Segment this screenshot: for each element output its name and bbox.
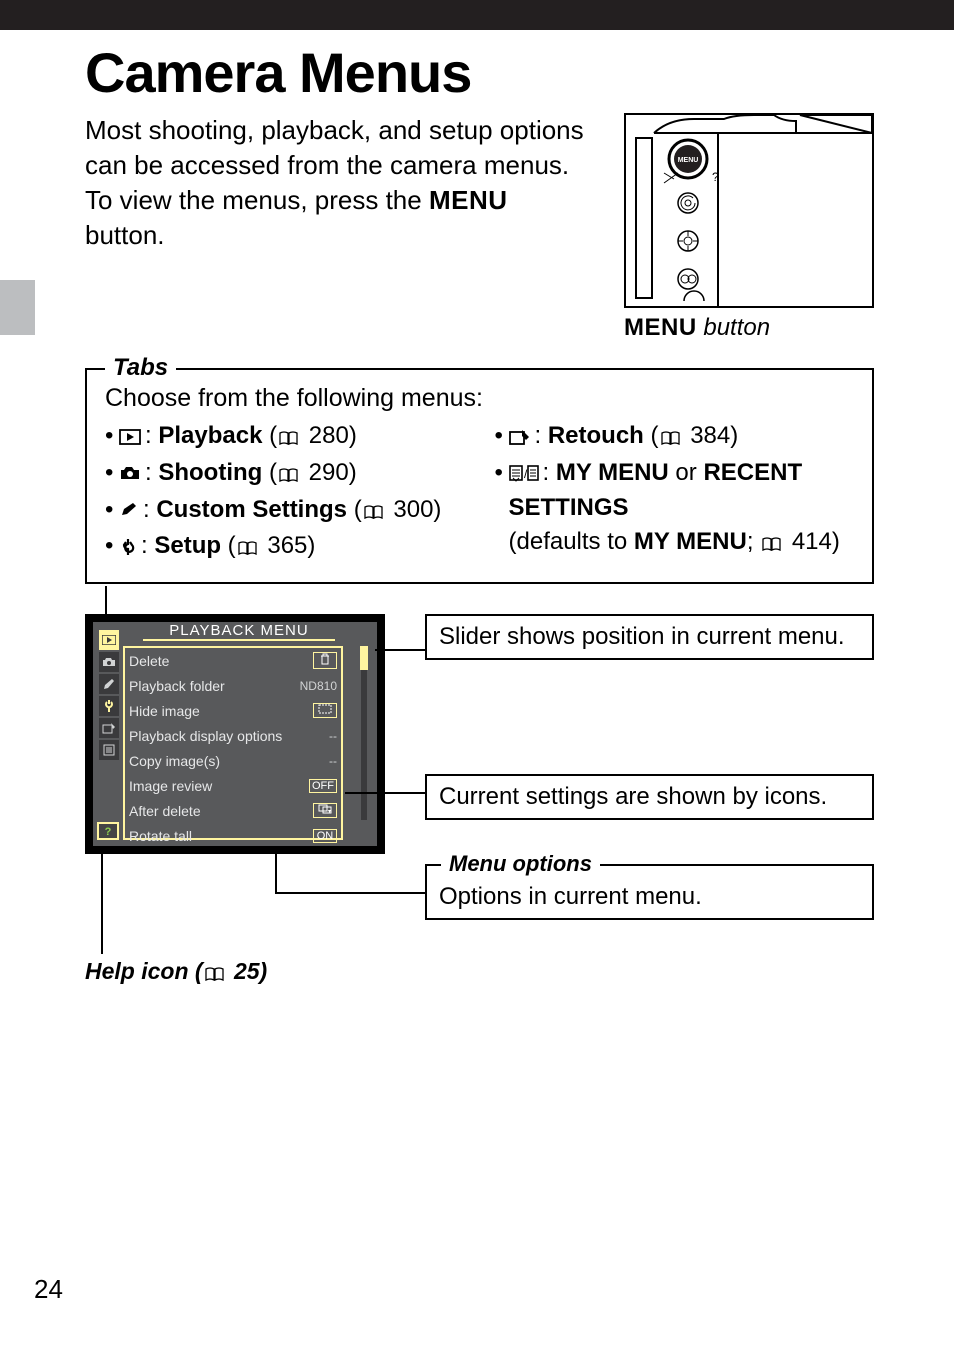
opt-image-review: Image reviewOFF (125, 773, 341, 798)
tabs-heading: Tabs (105, 354, 176, 382)
help-icon: ? (97, 822, 119, 840)
intro-paragraph: Most shooting, playback, and setup optio… (85, 113, 584, 342)
callout-slider: Slider shows position in current menu. (425, 614, 874, 660)
help-page: 25 (234, 958, 260, 984)
playback-icon (119, 429, 141, 445)
trash-icon (313, 652, 337, 669)
book-icon (279, 458, 299, 493)
page-ref: 365 (267, 532, 307, 559)
book-icon (364, 495, 384, 530)
camera-icon (119, 465, 141, 481)
intro-text-pre: Most shooting, playback, and setup optio… (85, 115, 584, 215)
or-word: or (669, 459, 704, 486)
book-icon (661, 421, 681, 456)
page-ref: 384 (690, 422, 730, 449)
opt-delete: Delete (125, 648, 341, 673)
sidebar-playback-icon (99, 630, 119, 650)
retouch-icon (509, 428, 531, 446)
opt-rotate-tall: Rotate tallON (125, 823, 341, 848)
opt-copy-images: Copy image(s)-- (125, 748, 341, 773)
menu-word: MENU (429, 185, 508, 215)
tab-retouch: • : Retouch ( 384) (495, 419, 855, 456)
callout-menu-options-title: Menu options (441, 850, 600, 878)
sidebar-pencil-icon (99, 674, 119, 694)
opt-hide-image: Hide image (125, 698, 341, 723)
top-bar (0, 0, 954, 30)
help-icon-caption: Help icon ( 25) (85, 958, 267, 987)
opt-after-delete: After delete (125, 798, 341, 823)
tab-label-mymenu: MY MENU (556, 459, 669, 486)
tab-shooting: • : Shooting ( 290) (105, 456, 465, 493)
camera-caption: MENU button (624, 314, 874, 342)
page-ref: 300 (393, 496, 433, 523)
tabs-box: Tabs Choose from the following menus: • … (85, 368, 874, 584)
callout-icons: Current settings are shown by icons. (425, 774, 874, 820)
connector (275, 854, 277, 894)
page-title: Camera Menus (85, 40, 874, 105)
screen-title: PLAYBACK MENU (143, 622, 334, 641)
screen-sidebar (99, 630, 119, 762)
menu-screen: ? PLAYBACK MENU Delete Playback folderND… (85, 614, 385, 854)
callout-menu-options: Menu options Options in current menu. (425, 864, 874, 920)
book-icon (205, 960, 225, 987)
tab-label: Retouch (548, 422, 644, 449)
hide-icon (313, 703, 337, 718)
svg-text:MENU: MENU (678, 157, 699, 164)
defaults-post: ) (832, 528, 840, 555)
defaults-pre: (defaults to (509, 528, 634, 555)
camera-back-illustration: MENU (624, 113, 874, 308)
defaults-sep: ; (747, 528, 760, 555)
tab-mymenu: • /: MY MENU or RECENT SETTINGS (495, 456, 855, 526)
book-icon (238, 531, 258, 566)
tab-label: Shooting (158, 459, 262, 486)
tab-custom-settings: • : Custom Settings ( 300) (105, 493, 465, 530)
caption-button-word: button (697, 314, 770, 341)
sidebar-retouch-icon (99, 718, 119, 738)
defaults-bold: MY MENU (634, 528, 747, 555)
defaults-page: 414 (792, 528, 832, 555)
page-ref: 290 (309, 459, 349, 486)
opt-display-options: Playback display options-- (125, 723, 341, 748)
opt-playback-folder: Playback folderND810 (125, 673, 341, 698)
intro-text-post: button. (85, 220, 165, 250)
connector (375, 649, 425, 651)
connector (345, 792, 425, 794)
tab-label: Playback (158, 422, 262, 449)
caption-menu-word: MENU (624, 314, 697, 341)
options-box: Delete Playback folderND810 Hide image P… (123, 646, 343, 840)
connector (275, 892, 425, 894)
tab-setup: • : Setup ( 365) (105, 529, 465, 566)
page-ref: 280 (309, 422, 349, 449)
pencil-icon (119, 502, 139, 518)
help-post: ) (260, 958, 268, 984)
sidebar-mymenu-icon (99, 740, 119, 760)
callout-menu-options-text: Options in current menu. (439, 883, 702, 910)
side-tab (0, 280, 35, 335)
book-icon (279, 421, 299, 456)
connector (101, 854, 103, 954)
svg-text:?: ? (105, 826, 112, 837)
tab-label: Setup (154, 532, 221, 559)
help-pre: Help icon ( (85, 958, 203, 984)
sidebar-wrench-icon (99, 696, 119, 716)
book-icon (762, 527, 782, 561)
callout-icons-text: Current settings are shown by icons. (439, 783, 827, 810)
callout-slider-text: Slider shows position in current menu. (439, 623, 845, 650)
page-number: 24 (34, 1274, 63, 1305)
tab-label: Custom Settings (156, 496, 347, 523)
sidebar-shooting-icon (99, 652, 119, 672)
defaults-line: (defaults to MY MENU; 414) (509, 525, 855, 561)
mymenu-icon: / (509, 464, 539, 482)
wrench-icon (119, 538, 137, 556)
tab-playback: • : Playback ( 280) (105, 419, 465, 456)
tabs-lead: Choose from the following menus: (105, 384, 854, 413)
after-delete-icon (313, 803, 337, 818)
